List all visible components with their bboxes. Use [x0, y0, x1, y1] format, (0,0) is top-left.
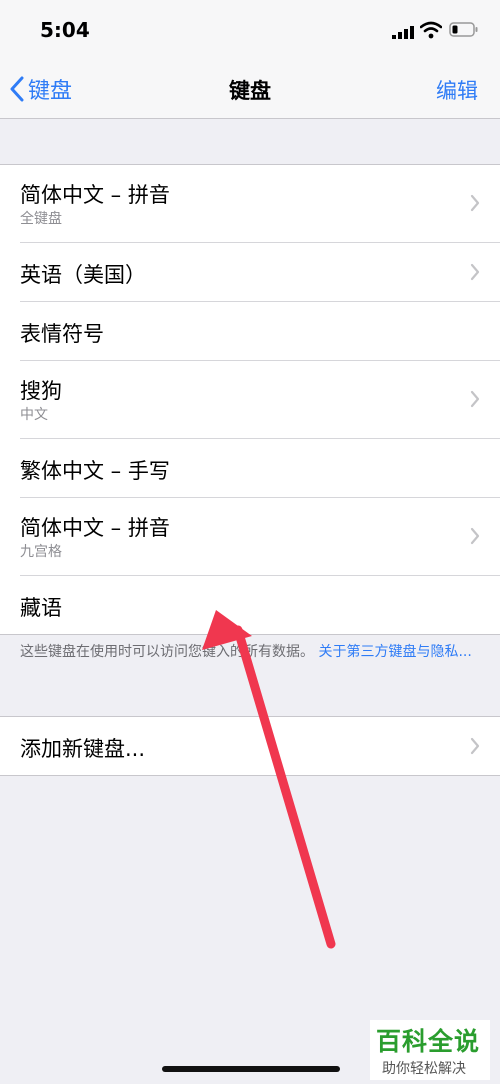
- watermark: 百科全说 助你轻松解决: [370, 1020, 490, 1080]
- watermark-subtitle: 助你轻松解决: [382, 1061, 466, 1077]
- home-indicator[interactable]: [162, 1066, 340, 1072]
- annotation-arrow-icon: [202, 610, 336, 949]
- watermark-title: 百科全说: [376, 1027, 481, 1056]
